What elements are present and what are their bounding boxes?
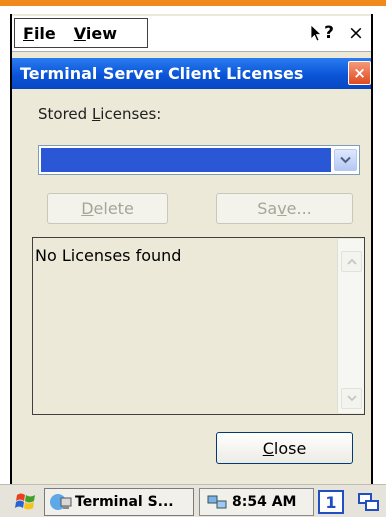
list-empty-message: No Licenses found	[35, 246, 182, 265]
clock: 8:54 AM	[232, 494, 297, 510]
taskbar-app-label: Terminal S...	[75, 494, 174, 510]
help-label: ?	[324, 23, 334, 43]
close-button[interactable]: Close	[216, 432, 353, 464]
close-icon: ×	[348, 22, 364, 44]
dialog-title: Terminal Server Client Licenses	[20, 64, 304, 83]
menu-view[interactable]: View	[66, 24, 127, 43]
taskbar: Terminal S... 8:54 AM 1	[0, 484, 386, 517]
dropdown-button[interactable]	[334, 149, 357, 171]
dropdown-arrow-icon	[340, 156, 351, 164]
taskbar-app-button[interactable]: Terminal S...	[44, 488, 194, 516]
save-button[interactable]: Sa v e...	[216, 193, 353, 224]
licenses-list[interactable]: No Licenses found	[32, 237, 365, 415]
scroll-down-button[interactable]	[341, 388, 362, 409]
vertical-scrollbar[interactable]	[337, 239, 364, 413]
scroll-down-icon	[346, 395, 357, 402]
terminal-server-icon	[50, 494, 72, 510]
delete-button[interactable]: Delete	[47, 193, 168, 224]
scroll-up-icon	[346, 258, 357, 265]
system-tray[interactable]: 8:54 AM	[199, 488, 314, 516]
dialog-close-button[interactable]: ×	[348, 61, 371, 85]
help-pointer-icon	[310, 24, 323, 42]
close-icon: ×	[353, 64, 366, 82]
top-accent-rule	[0, 0, 386, 6]
menu-file[interactable]: File	[15, 24, 66, 43]
menu-bar: File View ? ×	[12, 16, 371, 52]
help-button[interactable]: ?	[305, 19, 339, 47]
tray-window-icon[interactable]	[356, 491, 382, 513]
stored-licenses-dropdown[interactable]	[38, 145, 360, 175]
menu-close-button[interactable]: ×	[342, 19, 370, 47]
selected-license	[41, 148, 331, 172]
start-flag-icon[interactable]	[14, 490, 38, 514]
scroll-up-button[interactable]	[341, 251, 362, 272]
desktop-number-button[interactable]: 1	[318, 490, 344, 514]
dialog-titlebar: Terminal Server Client Licenses ×	[12, 58, 371, 89]
menu-group: File View	[14, 18, 148, 48]
stored-licenses-label: Stored Licenses:	[38, 105, 162, 123]
network-icon[interactable]	[206, 493, 228, 511]
